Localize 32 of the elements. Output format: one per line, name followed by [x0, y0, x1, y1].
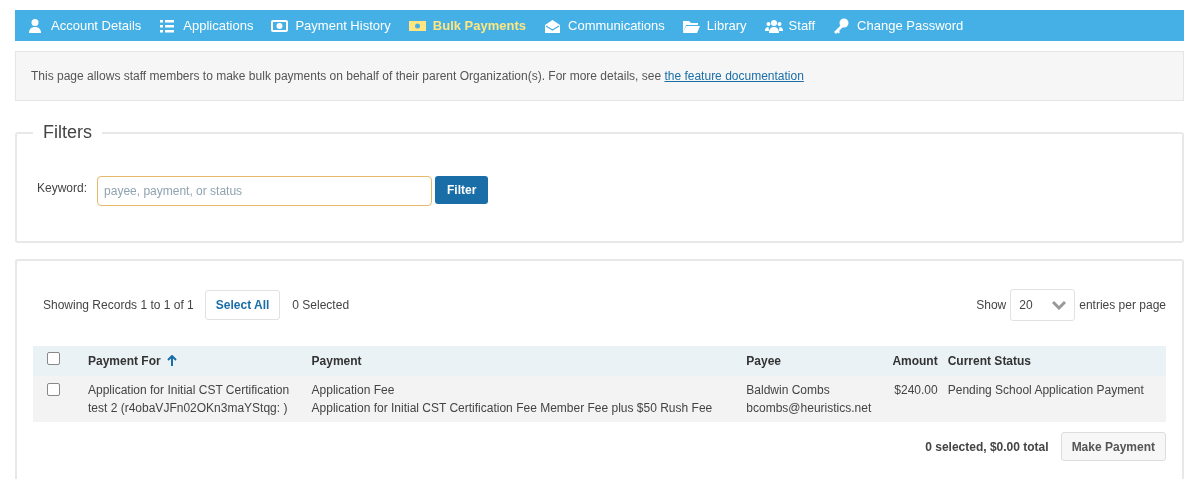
- people-icon: [764, 17, 783, 34]
- column-header[interactable]: Payee: [746, 352, 782, 370]
- table-cell-text: test 2 (r4obaVJFn02OKn3maYStqg: ): [88, 400, 289, 417]
- filter-button[interactable]: Filter: [435, 176, 489, 204]
- envelope-icon: [544, 17, 562, 34]
- column-header[interactable]: Current Status: [947, 352, 1032, 370]
- table-cell-text: Application for Initial CST Certification: [88, 382, 291, 399]
- show-label: Show: [976, 297, 1007, 314]
- column-header[interactable]: Payment: [311, 352, 362, 370]
- checkbox[interactable]: [47, 383, 60, 396]
- table-cell-text: bcombs@heuristics.net: [746, 400, 873, 417]
- keyword-input[interactable]: payee, payment, or status: [97, 176, 433, 206]
- keyword-label: Keyword:: [37, 180, 88, 197]
- table-cell-text: Baldwin Combs: [746, 382, 831, 399]
- column-header[interactable]: Payment For: [88, 352, 161, 370]
- checkbox[interactable]: [47, 352, 60, 365]
- records-count: Showing Records 1 to 1 of 1: [43, 297, 194, 314]
- table-cell-text: Application Fee: [311, 382, 396, 399]
- selected-count: 0 Selected: [292, 297, 350, 314]
- banknote-icon: [271, 17, 290, 34]
- select-all-button[interactable]: Select All: [204, 290, 281, 320]
- documentation-link[interactable]: the feature documentation: [664, 69, 804, 83]
- table-cell-text: Pending School Application Payment: [947, 382, 1145, 399]
- make-payment-button[interactable]: Make Payment: [1060, 432, 1166, 461]
- column-header[interactable]: Amount: [892, 352, 938, 370]
- table-cell-text: Application for Initial CST Certification Fee Member Fee plus $50 Rush Fee: [311, 400, 714, 417]
- table-cell-text: $240.00: [893, 382, 938, 399]
- chevron-down-icon: [1052, 300, 1067, 310]
- info-text: This page allows staff members to make bulk payments on behalf of their parent Organization(s). For more details, see the feature documentation: [31, 68, 804, 85]
- per-page-label: entries per page: [1079, 297, 1166, 314]
- page-size-select[interactable]: 20: [1010, 289, 1076, 321]
- selection-total: 0 selected, $0.00 total: [925, 438, 1049, 456]
